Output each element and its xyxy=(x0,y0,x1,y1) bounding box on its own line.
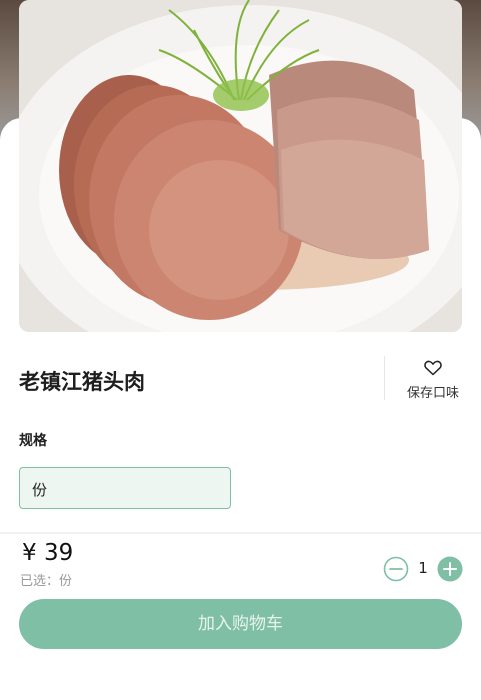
selected-spec-text: 已选：份 xyxy=(20,574,73,589)
spec-heading: 规格 xyxy=(19,433,47,449)
spec-option-chip[interactable]: 份 xyxy=(19,467,231,509)
plus-icon xyxy=(437,556,463,582)
title-divider xyxy=(384,356,385,400)
product-title: 老镇江猪头肉 xyxy=(19,370,145,394)
minus-icon xyxy=(383,556,409,582)
quantity-value: 1 xyxy=(418,559,428,577)
quantity-stepper: 1 xyxy=(383,556,463,582)
add-to-cart-button[interactable]: 加入购物车 xyxy=(19,599,462,649)
heart-icon xyxy=(399,360,467,380)
decrease-quantity-button[interactable] xyxy=(383,556,409,586)
price: ¥ 39 xyxy=(22,540,74,566)
footer-divider xyxy=(0,532,481,534)
increase-quantity-button[interactable] xyxy=(437,556,463,586)
save-taste-button[interactable]: 保存口味 xyxy=(399,356,467,402)
dish-photo xyxy=(19,0,462,332)
title-row: 老镇江猪头肉 保存口味 xyxy=(19,356,462,402)
spec-option-label: 份 xyxy=(32,481,48,499)
save-taste-label: 保存口味 xyxy=(406,386,459,401)
